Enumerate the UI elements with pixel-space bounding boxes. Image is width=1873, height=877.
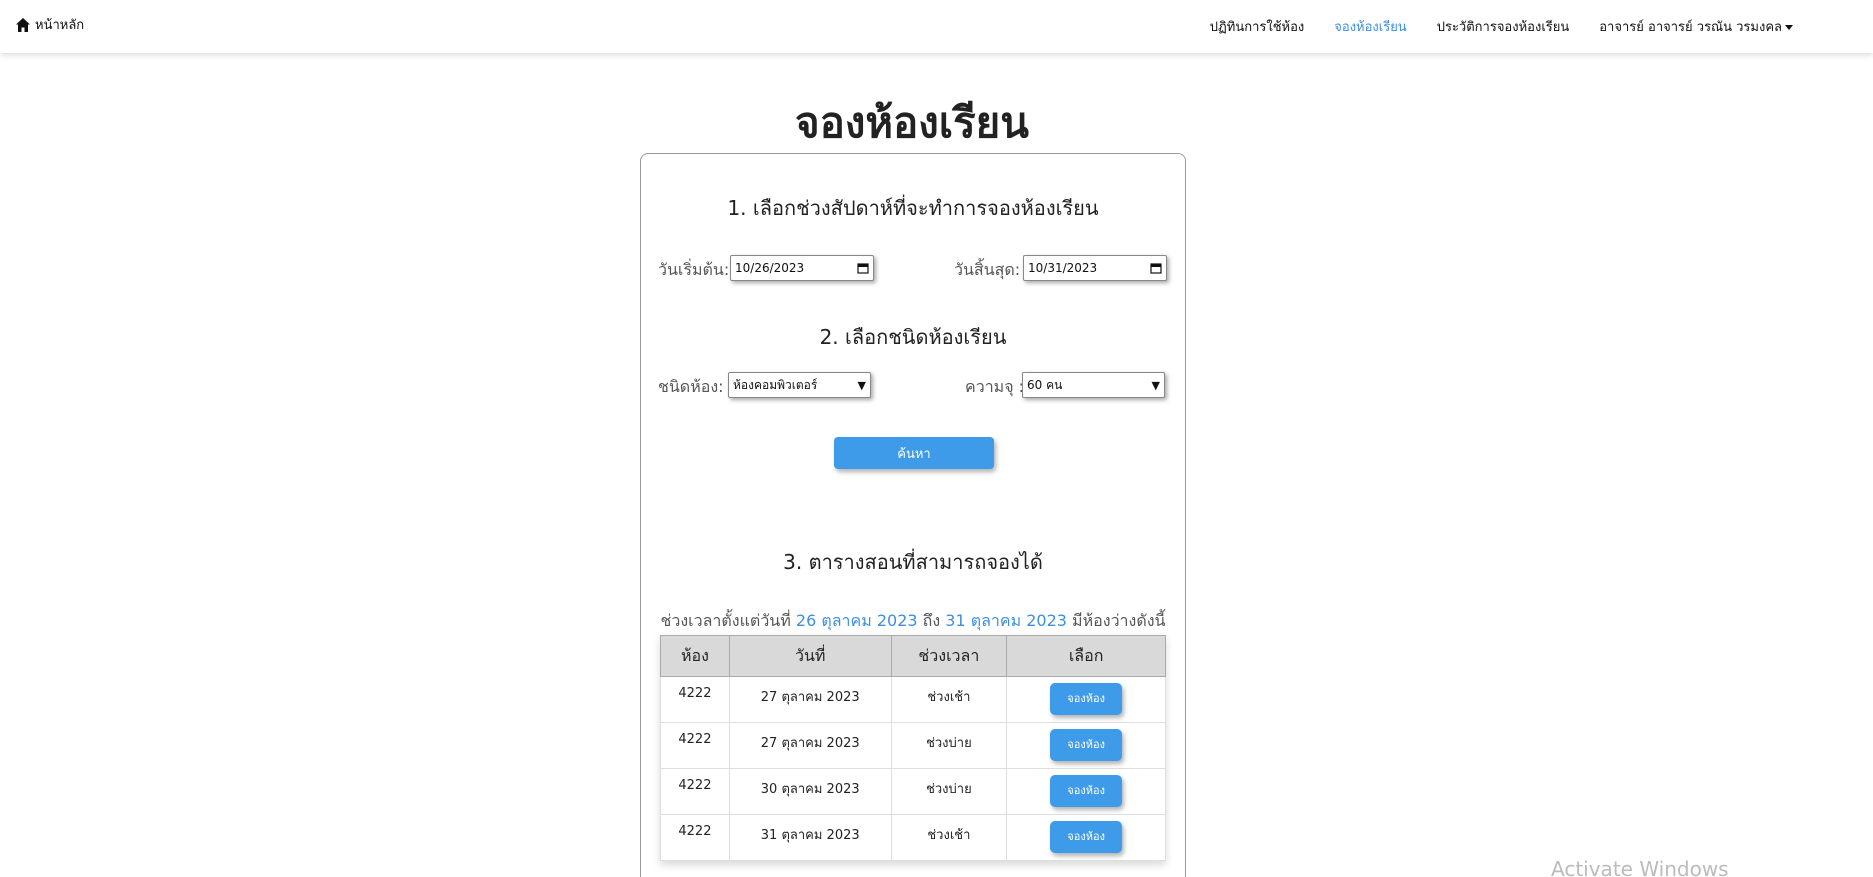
start-date-label: วันเริ่มต้น: [658,260,730,279]
table-row: 4222 27 ตุลาคม 2023 ช่วงบ่าย จองห้อง [660,722,1166,769]
summary-suffix: มีห้องว่างดังนี้ [1072,611,1166,630]
nav-booking-history[interactable]: ประวัติการจองห้องเรียน [1437,16,1570,37]
cell-period: ช่วงเช้า [890,676,1008,723]
cell-date: 27 ตุลาคม 2023 [728,722,892,769]
nav-calendar[interactable]: ปฏิทินการใช้ห้อง [1210,16,1305,37]
end-date-input[interactable]: 10/31/2023 [1023,255,1167,281]
end-date-value: 10/31/2023 [1028,261,1098,275]
availability-summary: ช่วงเวลาตั้งแต่วันที่ 26 ตุลาคม 2023 ถึง… [641,609,1185,634]
calendar-icon [857,263,869,274]
book-room-button[interactable]: จองห้อง [1050,775,1123,807]
capacity-select[interactable]: 60 คน ▼ [1022,372,1165,398]
header-select: เลือก [1006,635,1166,677]
start-date-input[interactable]: 10/26/2023 [730,255,874,281]
home-link[interactable]: หน้าหลัก [15,14,84,35]
summary-start-date: 26 ตุลาคม 2023 [795,611,918,630]
summary-end-date: 31 ตุลาคม 2023 [945,611,1067,630]
booking-card: 1. เลือกช่วงสัปดาห์ที่จะทำการจองห้องเรีย… [640,153,1186,877]
search-button[interactable]: ค้นหา [834,437,994,469]
step1-title: 1. เลือกช่วงสัปดาห์ที่จะทำการจองห้องเรีย… [727,196,1099,220]
page-title: จองห้องเรียน [795,98,1029,147]
chevron-down-icon: ▼ [857,378,866,392]
cell-date: 31 ตุลาคม 2023 [728,814,892,861]
summary-mid: ถึง [922,611,941,630]
room-type-label: ชนิดห้อง: [658,377,724,396]
book-room-button[interactable]: จองห้อง [1050,821,1123,853]
room-type-value: ห้องคอมพิวเตอร์ [733,377,818,392]
cell-period: ช่วงบ่าย [890,768,1008,815]
user-menu[interactable]: อาจารย์ อาจารย์ วรณัน วรมงคล [1599,16,1793,37]
cell-date: 27 ตุลาคม 2023 [728,676,892,723]
room-type-select[interactable]: ห้องคอมพิวเตอร์ ▼ [728,372,871,398]
nav-book-room[interactable]: จองห้องเรียน [1334,16,1406,37]
user-name: อาจารย์ อาจารย์ วรณัน วรมงคล [1599,20,1782,35]
table-header-row: ห้อง วันที่ ช่วงเวลา เลือก [660,635,1166,677]
cell-room: 4222 [660,676,730,723]
step2-title: 2. เลือกชนิดห้องเรียน [819,325,1007,349]
cell-action: จองห้อง [1006,768,1166,815]
capacity-label: ความจุ : [965,377,1025,396]
navbar: หน้าหลัก ปฏิทินการใช้ห้อง จองห้องเรียน ป… [0,0,1873,53]
calendar-icon [1150,263,1162,274]
caret-down-icon [1785,25,1793,30]
cell-action: จองห้อง [1006,676,1166,723]
step3-title: 3. ตารางสอนที่สามารถจองได้ [783,550,1043,574]
available-rooms-table: ห้อง วันที่ ช่วงเวลา เลือก 4222 27 ตุลาค… [660,635,1166,861]
cell-room: 4222 [660,722,730,769]
summary-prefix: ช่วงเวลาตั้งแต่วันที่ [660,611,791,630]
cell-room: 4222 [660,814,730,861]
capacity-value: 60 คน [1027,377,1063,392]
home-label: หน้าหลัก [35,18,85,33]
nav-links: ปฏิทินการใช้ห้อง จองห้องเรียน ประวัติการ… [1180,0,1793,53]
home-icon [16,17,30,32]
cell-period: ช่วงบ่าย [890,722,1008,769]
header-date: วันที่ [728,635,892,677]
cell-room: 4222 [660,768,730,815]
table-row: 4222 31 ตุลาคม 2023 ช่วงเช้า จองห้อง [660,814,1166,861]
start-date-value: 10/26/2023 [735,261,805,275]
cell-action: จองห้อง [1006,814,1166,861]
book-room-button[interactable]: จองห้อง [1050,729,1123,761]
table-row: 4222 30 ตุลาคม 2023 ช่วงบ่าย จองห้อง [660,768,1166,815]
cell-date: 30 ตุลาคม 2023 [728,768,892,815]
end-date-label: วันสิ้นสุด: [954,260,1021,279]
header-period: ช่วงเวลา [890,635,1008,677]
cell-action: จองห้อง [1006,722,1166,769]
activate-windows-watermark: Activate Windows [1551,857,1729,877]
cell-period: ช่วงเช้า [890,814,1008,861]
chevron-down-icon: ▼ [1151,378,1160,392]
header-room: ห้อง [660,635,730,677]
book-room-button[interactable]: จองห้อง [1050,683,1123,715]
table-row: 4222 27 ตุลาคม 2023 ช่วงเช้า จองห้อง [660,676,1166,723]
